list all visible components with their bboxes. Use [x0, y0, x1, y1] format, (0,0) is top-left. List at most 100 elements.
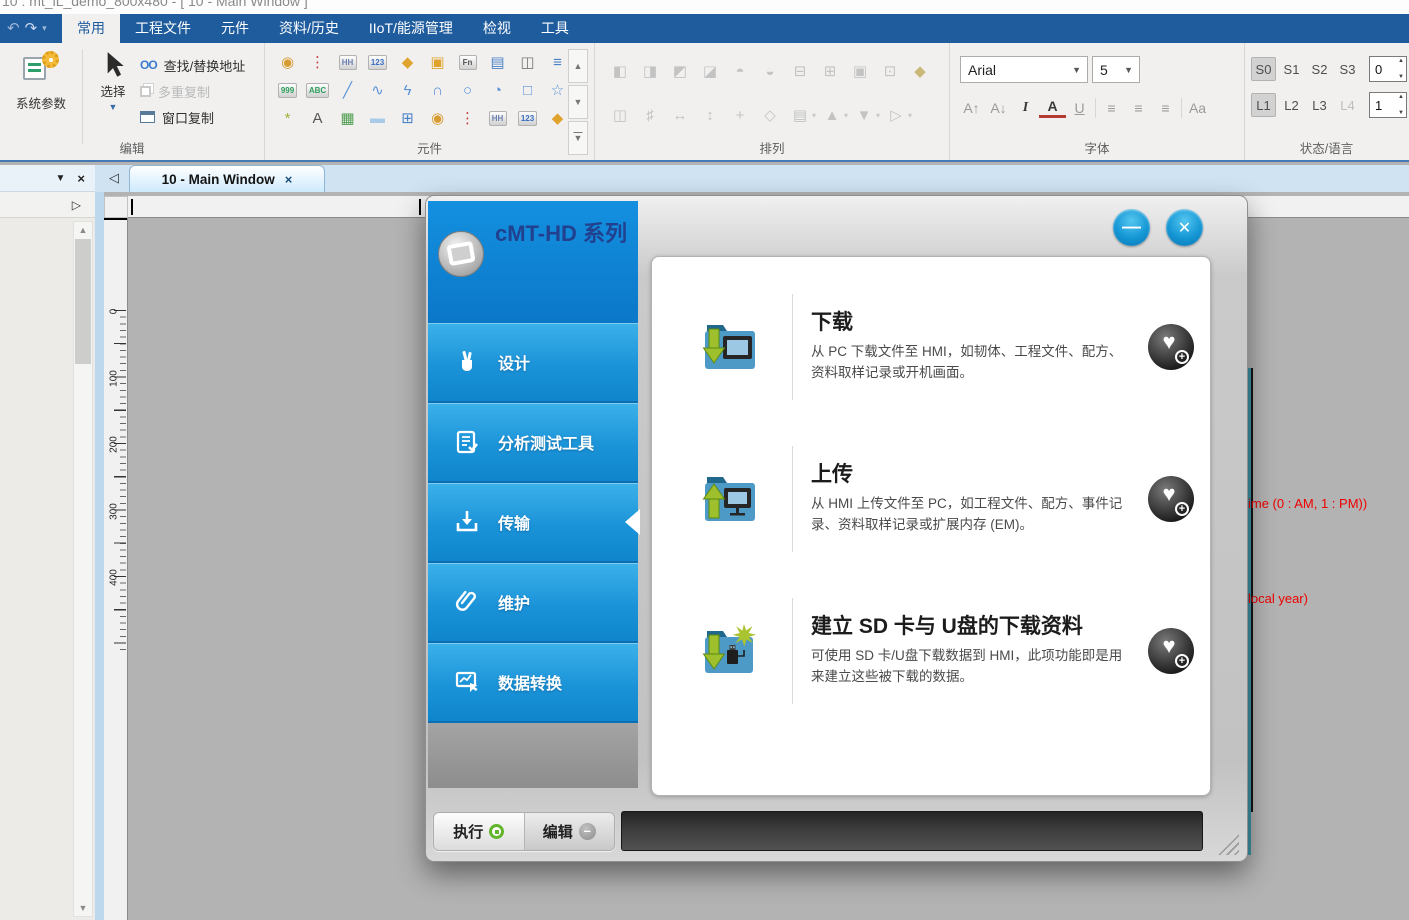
window-copy-button[interactable]: 窗口复制 — [140, 104, 245, 130]
pie-tool[interactable]: ◔ — [483, 77, 512, 104]
numeric-object-tool[interactable]: 999 — [273, 77, 302, 104]
panel-close-icon[interactable]: × — [77, 171, 85, 186]
shape-rectangle-tool[interactable]: ▬ — [363, 105, 392, 132]
download-row[interactable]: 下载 从 PC 下载文件至 HMI，如韧体、工程文件、配方、资料取样记录或开机画… — [652, 271, 1210, 423]
spread-v-button[interactable]: ↕ — [695, 101, 725, 129]
multi-copy-button[interactable]: 多重复制 — [140, 78, 245, 104]
font-family-select[interactable]: Arial ▼ — [960, 56, 1088, 83]
window-tab[interactable]: 10 - Main Window × — [129, 165, 325, 192]
combo-button-tool[interactable]: ▤ — [483, 49, 512, 76]
italic-button[interactable]: I — [1012, 95, 1039, 121]
nudge-button[interactable]: ◫ — [605, 101, 635, 129]
qat-more-icon[interactable]: ▾ — [42, 24, 47, 33]
align-middle-button[interactable]: ◓ — [725, 57, 755, 85]
picture-tool[interactable]: ▦ — [333, 105, 362, 132]
state-spinner-arrows-icon[interactable]: ▲▼ — [1398, 58, 1404, 80]
macro-key-tool[interactable]: Fn — [453, 49, 482, 76]
dialog-minimize-button[interactable]: — — [1113, 209, 1150, 246]
ribbon-tab-object[interactable]: 元件 — [206, 14, 264, 43]
scrollbar-thumb[interactable] — [75, 239, 91, 364]
grow-font-button[interactable]: A↑ — [958, 95, 985, 121]
font-style-button[interactable]: Aa — [1184, 95, 1211, 121]
edit-button[interactable]: 编辑 – — [524, 813, 615, 850]
panel-scrollbar[interactable]: ▲ ▼ — [73, 221, 93, 917]
language-l2-button[interactable]: L2 — [1279, 93, 1304, 117]
menu-item-maintenance[interactable]: 维护 — [428, 563, 638, 641]
tab-scroll-left-icon[interactable]: ◁ — [109, 170, 119, 186]
font-size-select[interactable]: 5 ▼ — [1092, 56, 1140, 83]
resize-grip-icon[interactable] — [1213, 829, 1239, 855]
palette-scroll-up-icon[interactable]: ▲ — [568, 49, 588, 83]
layer-top-dropdown-icon[interactable]: ▾ — [844, 111, 848, 120]
language-spinner[interactable]: 1 ▲▼ — [1369, 92, 1407, 118]
scrollbar-down-icon[interactable]: ▼ — [74, 903, 92, 913]
bit-lamp-tool[interactable]: ◉ — [273, 49, 302, 76]
burst-tool[interactable]: * — [273, 105, 302, 132]
layer-up-button[interactable]: ▤ — [785, 101, 815, 129]
set-word-2-tool[interactable]: 123 — [513, 105, 542, 132]
group-button[interactable]: ♯ — [635, 101, 665, 129]
set-bit-2-tool[interactable]: HH — [483, 105, 512, 132]
system-parameters-button[interactable]: 系统参数 — [4, 51, 78, 143]
resize-button[interactable]: ⊡ — [875, 57, 905, 85]
state-s3-button[interactable]: S3 — [1335, 57, 1360, 81]
redo-icon[interactable]: ↷ — [25, 21, 38, 36]
shrink-font-button[interactable]: A↓ — [985, 95, 1012, 121]
align-center-h-button[interactable]: ◨ — [635, 57, 665, 85]
freehand-tool[interactable]: ∿ — [363, 77, 392, 104]
word-lamp-2-tool[interactable]: ⋮ — [453, 105, 482, 132]
underline-button[interactable]: U — [1066, 95, 1093, 121]
polyline-tool[interactable]: ϟ — [393, 77, 422, 104]
circle-tool[interactable]: ○ — [453, 77, 482, 104]
layer-top-button[interactable]: ▲ — [817, 101, 847, 129]
word-lamp-tool[interactable]: ⋮ — [303, 49, 332, 76]
undo-icon[interactable]: ↶ — [7, 21, 20, 36]
align-left-text-button[interactable]: ≡ — [1098, 95, 1125, 121]
distribute-horizontal-button[interactable]: ⊞ — [815, 57, 845, 85]
execute-button[interactable]: 执行 — [434, 813, 524, 850]
ribbon-tab-data-history[interactable]: 资料/历史 — [264, 14, 354, 43]
state-s1-button[interactable]: S1 — [1279, 57, 1304, 81]
menu-item-data-conversion[interactable]: 数据转换 — [428, 643, 638, 721]
line-tool[interactable]: ╱ — [333, 77, 362, 104]
menu-item-analysis-tools[interactable]: 分析测试工具 — [428, 403, 638, 481]
text-tool[interactable]: A — [303, 105, 332, 132]
sd-usb-row[interactable]: 建立 SD 卡与 U盘的下载资料 可使用 SD 卡/U盘下载数据到 HMI，此项… — [652, 575, 1210, 727]
fit-button[interactable]: + — [725, 101, 755, 129]
layer-down-dropdown-icon[interactable]: ▾ — [876, 111, 880, 120]
flip-button[interactable]: ▷ — [881, 101, 911, 129]
spread-h-button[interactable]: ↔ — [665, 101, 695, 129]
menu-item-transfer[interactable]: 传输 — [428, 483, 638, 561]
ribbon-tab-project[interactable]: 工程文件 — [120, 14, 206, 43]
language-spinner-arrows-icon[interactable]: ▲▼ — [1398, 94, 1404, 116]
panel-dropdown-icon[interactable]: ▼ — [56, 173, 66, 184]
arc-tool[interactable]: ∩ — [423, 77, 452, 104]
distribute-vertical-button[interactable]: ⊟ — [785, 57, 815, 85]
ribbon-tab-tool[interactable]: 工具 — [526, 14, 584, 43]
language-l3-button[interactable]: L3 — [1307, 93, 1332, 117]
toggle-switch-tool[interactable]: ▣ — [423, 49, 452, 76]
function-key-tool[interactable]: ◆ — [393, 49, 422, 76]
favorite-add-button[interactable]: ♥ + — [1148, 628, 1194, 674]
state-s2-button[interactable]: S2 — [1307, 57, 1332, 81]
flip-dropdown-icon[interactable]: ▾ — [908, 111, 912, 120]
align-left-button[interactable]: ◧ — [605, 57, 635, 85]
language-l4-button[interactable]: L4 — [1335, 93, 1360, 117]
align-bottom-button[interactable]: ◒ — [755, 57, 785, 85]
state-spinner[interactable]: 0 ▲▼ — [1369, 56, 1407, 82]
scrollbar-up-icon[interactable]: ▲ — [74, 225, 92, 235]
table-tool[interactable]: ⊞ — [393, 105, 422, 132]
align-top-button[interactable]: ◪ — [695, 57, 725, 85]
upload-row[interactable]: 上传 从 HMI 上传文件至 PC，如工程文件、配方、事件记录、资料取样记录或扩… — [652, 423, 1210, 575]
find-replace-address-button[interactable]: OO 查找/替换地址 — [140, 52, 245, 78]
panel-expand-icon[interactable]: ▷ — [72, 198, 81, 212]
palette-scroll-down-icon[interactable]: ▼ — [568, 85, 588, 119]
same-size-button[interactable]: ▣ — [845, 57, 875, 85]
language-l1-button[interactable]: L1 — [1251, 93, 1276, 117]
favorite-add-button[interactable]: ♥ + — [1148, 476, 1194, 522]
set-word-tool[interactable]: 123 — [363, 49, 392, 76]
ribbon-tab-iiot[interactable]: IIoT/能源管理 — [354, 14, 468, 43]
align-right-text-button[interactable]: ≡ — [1152, 95, 1179, 121]
layer-down-button[interactable]: ▼ — [849, 101, 879, 129]
state-s0-button[interactable]: S0 — [1251, 57, 1276, 81]
